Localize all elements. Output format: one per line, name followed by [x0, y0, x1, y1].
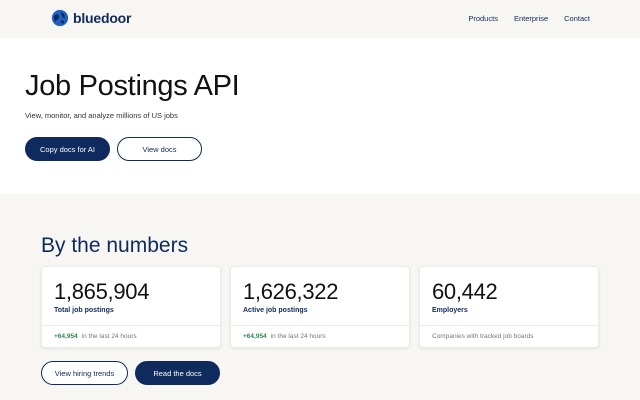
stat-card-employers: 60,442 Employers Companies with tracked … — [419, 266, 599, 348]
stat-value: 1,626,322 — [243, 279, 339, 304]
logo-text: bluedoor — [73, 10, 132, 26]
stat-label: Total job postings — [54, 307, 114, 314]
view-docs-button[interactable]: View docs — [117, 137, 202, 161]
stat-delta: +64,954 — [54, 333, 78, 340]
top-nav: bluedoor Products Enterprise Contact — [0, 0, 640, 38]
nav-link-products[interactable]: Products — [468, 14, 498, 23]
stat-card-total: 1,865,904 Total job postings +64,954 in t… — [41, 266, 221, 348]
stat-footnote: +64,954 in the last 24 hours — [243, 333, 326, 340]
stat-note: in the last 24 hours — [81, 333, 137, 340]
nav-link-contact[interactable]: Contact — [564, 14, 590, 23]
stat-note: in the last 24 hours — [270, 333, 326, 340]
card-divider — [42, 325, 220, 326]
stat-value: 60,442 — [432, 279, 498, 304]
stat-label: Active job postings — [243, 307, 308, 314]
stat-card-active: 1,626,322 Active job postings +64,954 in … — [230, 266, 410, 348]
read-the-docs-button[interactable]: Read the docs — [135, 361, 220, 385]
bluedoor-logo[interactable]: bluedoor — [51, 9, 131, 27]
stat-note: Companies with tracked job boards — [432, 333, 534, 340]
hero-subtitle: View, monitor, and analyze millions of U… — [25, 111, 178, 120]
stat-delta: +64,954 — [243, 333, 267, 340]
hero-title: Job Postings API — [25, 70, 240, 102]
card-divider — [420, 325, 598, 326]
section-title: By the numbers — [41, 234, 189, 257]
stat-footnote: +64,954 in the last 24 hours — [54, 333, 137, 340]
globe-logo-icon — [51, 9, 69, 27]
stat-footnote: Companies with tracked job boards — [432, 333, 534, 340]
stat-label: Employers — [432, 307, 468, 314]
hero-section: Job Postings API View, monitor, and anal… — [0, 38, 640, 194]
nav-links: Products Enterprise Contact — [468, 14, 590, 23]
stat-value: 1,865,904 — [54, 279, 150, 304]
copy-docs-for-ai-button[interactable]: Copy docs for AI — [25, 137, 110, 161]
nav-link-enterprise[interactable]: Enterprise — [514, 14, 548, 23]
card-divider — [231, 325, 409, 326]
view-hiring-trends-button[interactable]: View hiring trends — [41, 361, 128, 385]
